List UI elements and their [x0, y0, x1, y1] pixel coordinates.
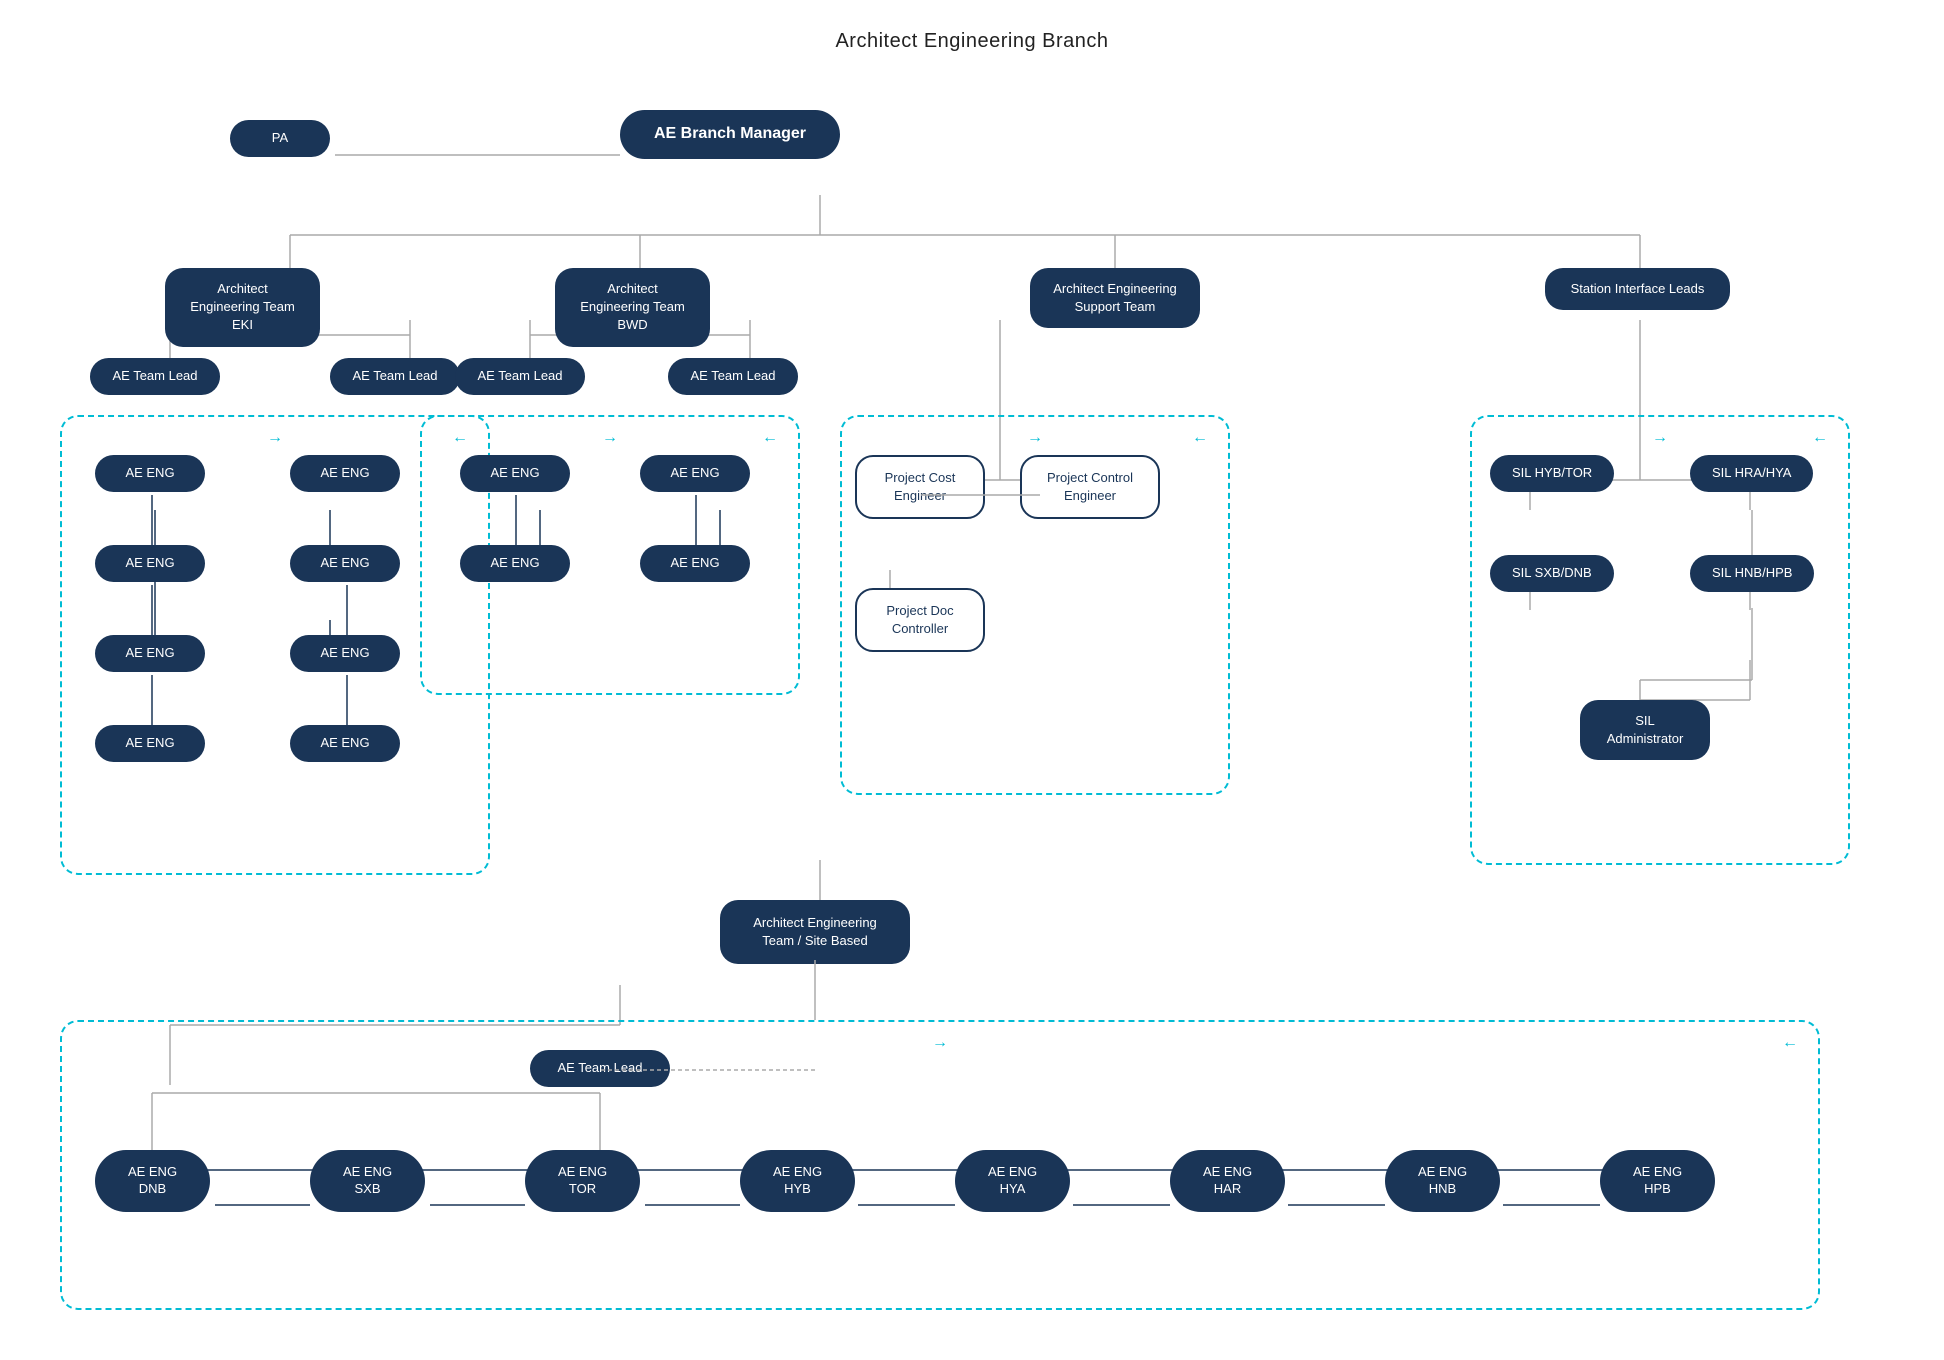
project-control-engineer-node: Project Control Engineer [1020, 455, 1160, 519]
ae-eng-tor-node: AE ENGTOR [525, 1150, 640, 1212]
ae-eng-hpb-node: AE ENGHPB [1600, 1150, 1715, 1212]
ae-eng-hyb-node: AE ENGHYB [740, 1150, 855, 1212]
ae-team-lead-bwd-1-node: AE Team Lead [455, 358, 585, 395]
ae-eng-hnb-node: AE ENGHNB [1385, 1150, 1500, 1212]
ae-eng-eki-8: AE ENG [290, 725, 400, 762]
project-doc-controller-node: Project Doc Controller [855, 588, 985, 652]
ae-eng-bwd-4: AE ENG [640, 545, 750, 582]
sil-hra-hya-node: SIL HRA/HYA [1690, 455, 1813, 492]
ae-team-lead-bwd-2-node: AE Team Lead [668, 358, 798, 395]
sil-sxb-dnb-node: SIL SXB/DNB [1490, 555, 1614, 592]
ae-eng-bwd-3: AE ENG [460, 545, 570, 582]
ae-eng-eki-3: AE ENG [95, 545, 205, 582]
ae-eng-hya-node: AE ENGHYA [955, 1150, 1070, 1212]
project-cost-engineer-node: Project Cost Engineer [855, 455, 985, 519]
ae-eng-bwd-1: AE ENG [460, 455, 570, 492]
station-interface-leads-node: Station Interface Leads [1545, 268, 1730, 310]
ae-eng-sxb-node: AE ENGSXB [310, 1150, 425, 1212]
ae-team-site-based-node: Architect Engineering Team / Site Based [720, 900, 910, 964]
ae-team-lead-site-node: AE Team Lead [530, 1050, 670, 1087]
page-container: Architect Engineering Branch [0, 0, 1944, 1360]
ae-team-bwd-node: Architect Engineering Team BWD [555, 268, 710, 347]
sil-hnb-hpb-node: SIL HNB/HPB [1690, 555, 1814, 592]
sil-hyb-tor-node: SIL HYB/TOR [1490, 455, 1614, 492]
ae-eng-eki-1: AE ENG [95, 455, 205, 492]
pa-node: PA [230, 120, 330, 157]
ae-eng-bwd-2: AE ENG [640, 455, 750, 492]
ae-team-lead-eki-2-node: AE Team Lead [330, 358, 460, 395]
ae-eng-har-node: AE ENGHAR [1170, 1150, 1285, 1212]
ae-branch-manager-node: AE Branch Manager [620, 110, 840, 159]
ae-eng-dnb-node: AE ENGDNB [95, 1150, 210, 1212]
ae-eng-eki-7: AE ENG [95, 725, 205, 762]
page-title: Architect Engineering Branch [30, 30, 1914, 53]
ae-team-eki-node: Architect Engineering Team EKI [165, 268, 320, 347]
ae-eng-eki-2: AE ENG [290, 455, 400, 492]
ae-eng-eki-4: AE ENG [290, 545, 400, 582]
ae-team-lead-eki-1-node: AE Team Lead [90, 358, 220, 395]
sil-administrator-node: SIL Administrator [1580, 700, 1710, 760]
ae-eng-eki-5: AE ENG [95, 635, 205, 672]
ae-support-team-node: Architect Engineering Support Team [1030, 268, 1200, 328]
ae-eng-eki-6: AE ENG [290, 635, 400, 672]
